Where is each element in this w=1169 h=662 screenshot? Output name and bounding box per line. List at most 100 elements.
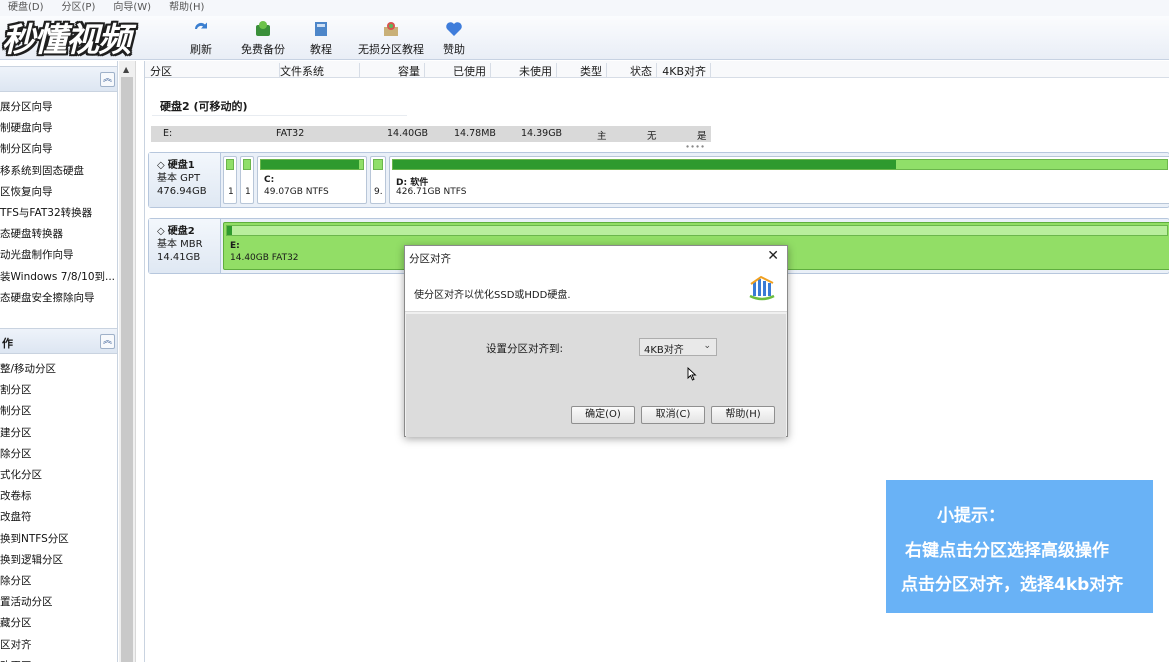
close-icon[interactable]: ✕ (767, 248, 779, 264)
ok-button[interactable]: 确定(O) (571, 406, 635, 424)
alignment-select[interactable]: 4KB对齐 ⌄ (639, 338, 717, 356)
disk2-size: 14.41GB (157, 252, 201, 263)
operation-item[interactable]: 割分区 (0, 382, 32, 397)
operation-item[interactable]: 除分区 (0, 446, 32, 461)
menu-disk[interactable]: 硬盘(D) (8, 0, 44, 16)
dialog-banner: 使分区对齐以优化SSD或HDD硬盘. (405, 268, 787, 312)
cell-4k-align: 是 (697, 131, 707, 142)
partition-d[interactable]: D: 软件 426.71GB NTFS (389, 156, 1169, 204)
partition-align-dialog: 分区对齐 ✕ 使分区对齐以优化SSD或HDD硬盘. 设置分区对齐到: 4KB对齐… (404, 245, 788, 437)
wizard-item[interactable]: 制硬盘向导 (0, 120, 53, 135)
collapse-wizards-button[interactable]: ︽ (100, 72, 115, 87)
wizard-item[interactable]: 态硬盘安全擦除向导 (0, 290, 95, 305)
wizard-item[interactable]: 展分区向导 (0, 99, 53, 114)
heart-icon (446, 22, 462, 36)
disk2-info[interactable]: ◇ 硬盘2 基本 MBR 14.41GB (149, 219, 221, 273)
cell-status: 无 (647, 131, 657, 142)
wizard-item[interactable]: TFS与FAT32转换器 (0, 205, 92, 220)
operations-title: 作 (2, 337, 13, 350)
cell-capacity: 14.40GB (387, 128, 429, 139)
tip-box: 小提示： 右键点击分区选择高级操作 点击分区对齐，选择4kb对齐 (886, 480, 1153, 613)
partition-e-label: E: (230, 241, 240, 251)
dialog-title: 分区对齐 (409, 253, 451, 265)
operation-item[interactable]: 整/移动分区 (0, 361, 56, 376)
cell-partition: E: (163, 128, 173, 139)
col-partition[interactable]: 分区 (150, 63, 280, 78)
col-status[interactable]: 状态 (607, 63, 657, 78)
usage-bar (226, 225, 1168, 236)
disk1-info[interactable]: ◇ 硬盘1 基本 GPT 476.94GB (149, 153, 221, 207)
operation-item[interactable]: 置活动分区 (0, 594, 53, 609)
backup-icon (256, 21, 270, 36)
donate-button[interactable]: 赞助 (443, 19, 465, 59)
table-row[interactable]: E: FAT32 14.40GB 14.78MB 14.39GB 主 无 是 (151, 126, 711, 142)
left-panel-scrollbar[interactable]: ▲ (119, 61, 136, 662)
partition-table-header: 分区 文件系统 容量 已使用 未使用 类型 状态 4KB对齐 (145, 61, 1169, 78)
align-icon (749, 275, 775, 301)
col-4k-align[interactable]: 4KB对齐 (657, 63, 711, 78)
operation-item[interactable]: 改正四 (0, 658, 32, 662)
disk1-size: 476.94GB (157, 186, 207, 197)
operation-item[interactable]: 换到NTFS分区 (0, 531, 69, 546)
operation-item[interactable]: 建分区 (0, 425, 32, 440)
col-used[interactable]: 已使用 (425, 63, 491, 78)
partition-c[interactable]: C: 49.07GB NTFS (257, 156, 367, 204)
dialog-titlebar[interactable]: 分区对齐 ✕ (405, 246, 787, 268)
col-capacity[interactable]: 容量 (360, 63, 425, 78)
wizard-item[interactable]: 态硬盘转换器 (0, 226, 63, 241)
collapse-operations-button[interactable]: ︽ (100, 334, 115, 349)
small-partition-1[interactable]: 1 (223, 156, 237, 204)
menu-wizard[interactable]: 向导(W) (113, 0, 151, 16)
tutorial-button[interactable]: 教程 (310, 19, 332, 59)
partition-c-label: C: (264, 175, 275, 185)
free-backup-button[interactable]: 免费备份 (241, 19, 285, 59)
wizard-item[interactable]: 装Windows 7/8/10到... (0, 269, 115, 284)
usage-bar (392, 159, 1168, 170)
scrollbar-thumb[interactable] (121, 77, 133, 662)
chevron-down-icon: ⌄ (703, 341, 711, 351)
operation-item[interactable]: 藏分区 (0, 615, 32, 630)
usage-bar (243, 159, 251, 170)
partition-c-info: 49.07GB NTFS (264, 187, 329, 197)
col-type[interactable]: 类型 (557, 63, 607, 78)
operation-item[interactable]: 改盘符 (0, 509, 32, 524)
operation-item[interactable]: 换到逻辑分区 (0, 552, 63, 567)
operation-item[interactable]: 区对齐 (0, 637, 32, 652)
operation-item[interactable]: 式化分区 (0, 467, 42, 482)
wizard-item[interactable]: 移系统到固态硬盘 (0, 163, 84, 178)
menu-partition[interactable]: 分区(P) (62, 0, 96, 16)
resize-grip: ∙∙∙∙ (685, 142, 706, 151)
disk1-map[interactable]: ◇ 硬盘1 基本 GPT 476.94GB 1 1 C: 49.07GB NTFS… (148, 152, 1169, 208)
operation-item[interactable]: 制分区 (0, 403, 32, 418)
cell-filesystem: FAT32 (276, 128, 305, 139)
disk1-name: 硬盘1 (167, 160, 195, 171)
small-partition-3[interactable]: 9. (370, 156, 386, 204)
small-partition-2[interactable]: 1 (240, 156, 254, 204)
cancel-button[interactable]: 取消(C) (641, 406, 705, 424)
wizards-panel-header: ︽ (0, 66, 117, 92)
watermark-logo: 秒懂视频 (2, 20, 131, 59)
disk2-name: 硬盘2 (167, 226, 195, 237)
partition-d-info: 426.71GB NTFS (396, 187, 467, 197)
alignment-selected-value: 4KB对齐 (644, 345, 684, 356)
dialog-description: 使分区对齐以优化SSD或HDD硬盘. (414, 290, 571, 301)
partition-tutorial-icon (384, 22, 398, 36)
divider (152, 115, 407, 116)
col-filesystem[interactable]: 文件系统 (280, 63, 360, 78)
partition-e-info: 14.40GB FAT32 (230, 253, 299, 263)
wizard-item[interactable]: 区恢复向导 (0, 184, 53, 199)
help-button[interactable]: 帮助(H) (711, 406, 775, 424)
menu-help[interactable]: 帮助(H) (169, 0, 204, 16)
wizard-item[interactable]: 制分区向导 (0, 141, 53, 156)
disk2-section-title: 硬盘2 (可移动的) (160, 100, 248, 113)
col-unused[interactable]: 未使用 (491, 63, 557, 78)
dialog-body: 设置分区对齐到: 4KB对齐 ⌄ 确定(O) 取消(C) 帮助(H) (406, 314, 786, 437)
tip-line-2: 点击分区对齐，选择4kb对齐 (901, 575, 1124, 595)
menu-bar: 硬盘(D) 分区(P) 向导(W) 帮助(H) (0, 0, 1169, 16)
scroll-up-icon[interactable]: ▲ (123, 65, 129, 74)
operation-item[interactable]: 除分区 (0, 573, 32, 588)
wizard-item[interactable]: 动光盘制作向导 (0, 247, 74, 262)
lossless-tutorial-button[interactable]: 无损分区教程 (358, 19, 424, 59)
usage-bar (226, 159, 234, 170)
operation-item[interactable]: 改卷标 (0, 488, 32, 503)
